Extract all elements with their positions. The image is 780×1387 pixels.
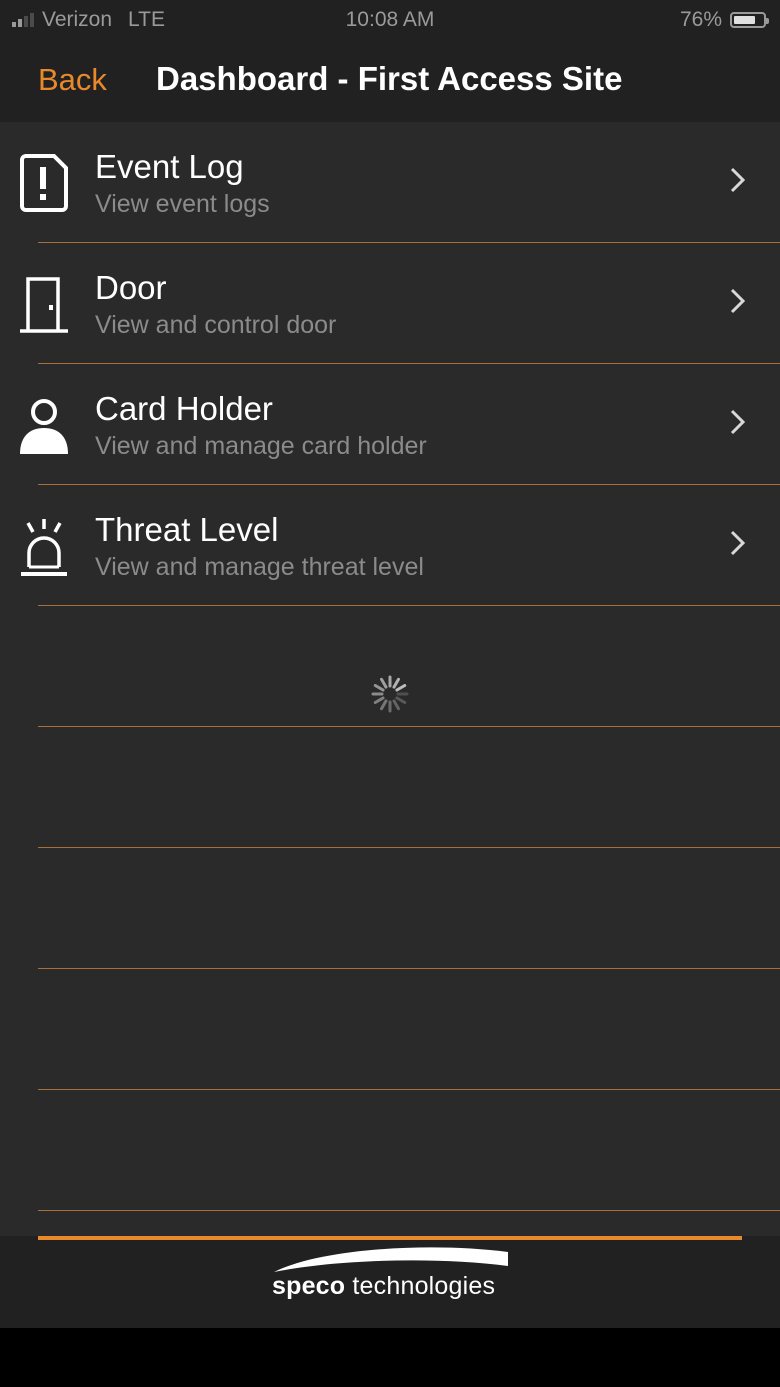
footer-accent-line	[38, 1236, 742, 1240]
alert-icon	[20, 154, 68, 212]
status-time: 10:08 AM	[345, 8, 435, 31]
menu-item-subtitle: View and manage card holder	[95, 432, 427, 460]
status-right: 76%	[679, 8, 769, 32]
menu-item-subtitle: View event logs	[95, 190, 270, 218]
chevron-right-icon	[730, 167, 746, 193]
logo-suffix: technologies	[345, 1272, 496, 1300]
logo-brand: speco	[272, 1272, 346, 1300]
nav-bar: Back Dashboard - First Access Site	[0, 40, 780, 122]
menu-item-threat-level[interactable]: Threat Level View and manage threat leve…	[21, 485, 780, 606]
battery-percent: 76%	[679, 8, 722, 31]
door-icon	[20, 277, 68, 333]
menu-item-event-log[interactable]: Event Log View event logs	[20, 122, 780, 243]
siren-icon	[21, 519, 67, 576]
person-icon	[20, 399, 68, 454]
menu-item-title: Card Holder	[95, 390, 273, 427]
empty-row	[38, 1090, 780, 1211]
chevron-right-icon	[730, 288, 746, 314]
home-indicator-area	[0, 1328, 780, 1387]
menu-item-door[interactable]: Door View and control door	[20, 243, 780, 364]
footer-bar: speco technologies	[0, 1236, 780, 1328]
menu-item-title: Threat Level	[95, 511, 279, 548]
dashboard-menu: Event Log View event logs Door View and …	[0, 122, 780, 1211]
menu-item-title: Event Log	[95, 148, 244, 185]
battery-icon	[730, 12, 769, 28]
menu-item-subtitle: View and control door	[95, 311, 337, 339]
empty-row	[38, 969, 780, 1090]
menu-item-subtitle: View and manage threat level	[95, 553, 424, 581]
page-title: Dashboard - First Access Site	[156, 60, 623, 97]
logo-wordmark: speco technologies	[272, 1272, 495, 1301]
speco-logo: speco technologies	[262, 1244, 518, 1314]
status-bar: Verizon LTE 10:08 AM 76%	[0, 0, 780, 40]
logo-swoosh	[274, 1247, 508, 1272]
empty-row	[38, 848, 780, 969]
chevron-right-icon	[730, 409, 746, 435]
app-screen: Verizon LTE 10:08 AM 76% Back Dashboard …	[0, 0, 780, 1387]
loading-spinner-icon	[371, 675, 409, 713]
menu-item-title: Door	[95, 269, 167, 306]
back-button[interactable]: Back	[38, 62, 107, 98]
menu-item-card-holder[interactable]: Card Holder View and manage card holder	[20, 364, 780, 485]
chevron-right-icon	[730, 530, 746, 556]
empty-row	[38, 727, 780, 848]
